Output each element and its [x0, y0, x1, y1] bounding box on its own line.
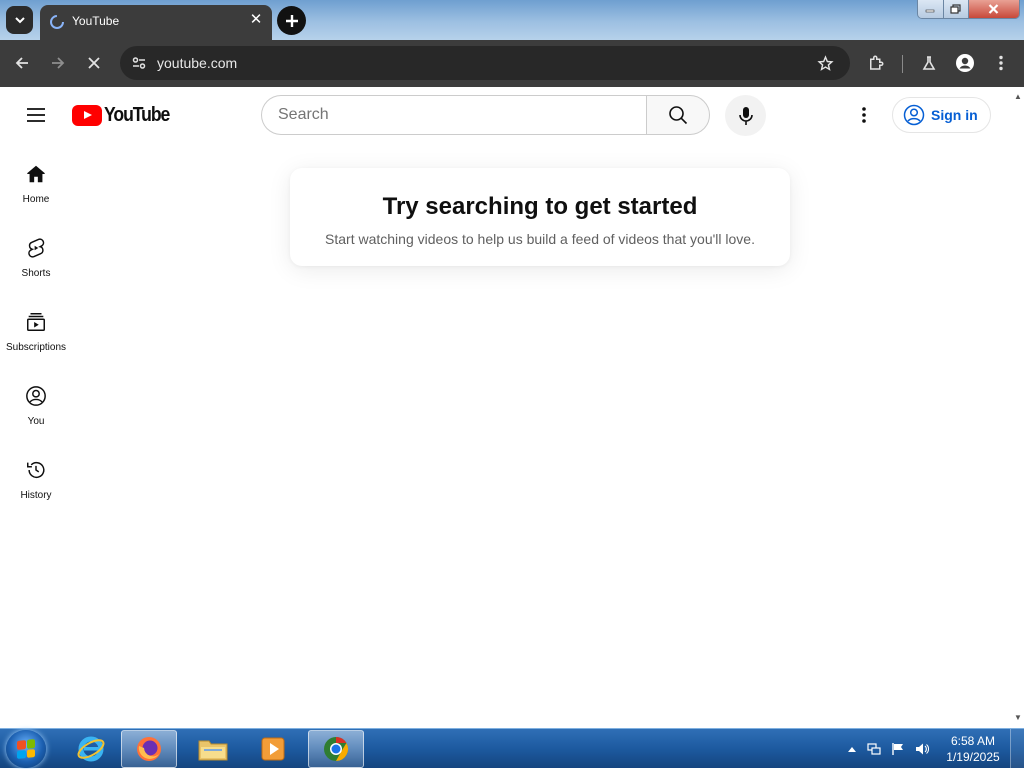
new-tab-button[interactable]	[277, 6, 306, 35]
taskbar-media-player[interactable]	[245, 730, 301, 768]
arrow-left-icon	[15, 57, 28, 69]
toolbar-separator	[902, 55, 903, 73]
guide-menu-button[interactable]	[24, 103, 48, 127]
tab-close-icon[interactable]: ✕	[248, 12, 264, 28]
search-input[interactable]	[278, 104, 628, 126]
empty-feed-message: Try searching to get started Start watch…	[290, 168, 790, 266]
window-controls	[917, 0, 1020, 19]
search-box	[261, 95, 647, 135]
guide-item-label: Shorts	[21, 268, 51, 279]
labs-button[interactable]	[918, 52, 940, 74]
message-subtitle: Start watching videos to help us build a…	[325, 231, 755, 247]
action-center-flag-icon[interactable]	[891, 742, 905, 756]
settings-menu-button[interactable]	[852, 103, 876, 127]
guide-item-shorts[interactable]: Shorts	[0, 217, 72, 291]
account-circle-icon	[903, 104, 925, 126]
tune-icon	[132, 57, 146, 69]
menu-icon	[27, 108, 45, 122]
plus-icon	[285, 14, 298, 27]
bookmark-button[interactable]	[814, 52, 836, 74]
taskbar-clock[interactable]: 6:58 AM 1/19/2025	[940, 733, 1006, 765]
scroll-up-icon[interactable]: ▲	[1014, 93, 1022, 101]
history-icon	[24, 458, 48, 482]
search-icon	[669, 106, 688, 125]
microphone-icon	[738, 106, 753, 125]
guide-item-subscriptions[interactable]: Subscriptions	[0, 291, 72, 365]
address-bar[interactable]: youtube.com	[120, 46, 850, 80]
browser-menu-button[interactable]	[990, 52, 1012, 74]
start-button[interactable]	[6, 730, 46, 768]
network-icon[interactable]	[867, 742, 881, 756]
url-text[interactable]: youtube.com	[157, 55, 237, 71]
media-player-icon	[261, 737, 285, 761]
guide-item-home[interactable]: Home	[0, 143, 72, 217]
you-icon	[24, 384, 48, 408]
more-vert-icon	[999, 55, 1003, 71]
voice-search-button[interactable]	[725, 95, 766, 136]
minimize-button[interactable]	[918, 0, 944, 18]
tab-title: YouTube	[72, 14, 120, 28]
maximize-button[interactable]	[943, 0, 969, 18]
browser-tab-youtube[interactable]: YouTube ✕	[40, 5, 272, 40]
shorts-icon	[24, 236, 48, 260]
show-hidden-icons-icon[interactable]	[845, 742, 859, 756]
tab-list-button[interactable]	[6, 6, 33, 34]
chevron-down-icon	[14, 17, 25, 24]
page-scrollbar[interactable]: ▲ ▼	[1012, 87, 1024, 728]
guide-item-label: You	[27, 416, 45, 427]
sign-in-label: Sign in	[931, 107, 978, 123]
taskbar-chrome[interactable]	[308, 730, 364, 768]
minimize-icon	[925, 9, 935, 13]
message-title: Try searching to get started	[382, 193, 698, 220]
firefox-icon	[137, 737, 161, 761]
forward-button[interactable]	[47, 52, 69, 74]
guide-item-label: History	[20, 490, 52, 501]
flask-icon	[922, 56, 936, 70]
taskbar-file-explorer[interactable]	[185, 730, 241, 768]
taskbar-internet-explorer[interactable]	[63, 730, 119, 768]
file-explorer-icon	[198, 740, 228, 761]
clock-date: 1/19/2025	[946, 750, 1000, 764]
volume-icon[interactable]	[915, 742, 929, 756]
logo-text: YouTube	[104, 103, 170, 126]
youtube-play-icon	[72, 104, 102, 126]
taskbar-firefox[interactable]	[121, 730, 177, 768]
scroll-down-icon[interactable]: ▼	[1014, 714, 1022, 722]
windows-taskbar: 6:58 AM 1/19/2025	[0, 728, 1024, 769]
sign-in-button[interactable]: Sign in	[892, 97, 991, 133]
guide-item-label: Home	[22, 194, 50, 205]
show-desktop-button[interactable]	[1010, 729, 1024, 769]
subscriptions-icon	[24, 310, 48, 334]
browser-toolbar: youtube.com	[0, 40, 1024, 87]
site-info-button[interactable]	[128, 52, 150, 74]
close-icon	[989, 4, 999, 14]
arrow-right-icon	[52, 57, 65, 69]
youtube-logo[interactable]: YouTube	[72, 104, 178, 126]
browser-titlebar: YouTube ✕	[0, 0, 1024, 40]
restore-icon	[950, 4, 961, 14]
stop-loading-button[interactable]	[83, 52, 105, 74]
internet-explorer-icon	[77, 736, 105, 762]
more-vert-icon	[862, 107, 866, 123]
star-icon	[816, 54, 834, 71]
guide-item-history[interactable]: History	[0, 439, 72, 513]
back-button[interactable]	[11, 52, 33, 74]
guide-item-label: Subscriptions	[5, 342, 67, 353]
chrome-icon	[324, 737, 349, 761]
guide-item-you[interactable]: You	[0, 365, 72, 439]
youtube-masthead: YouTube Sign in	[0, 87, 1012, 143]
puzzle-icon	[870, 55, 884, 70]
extensions-button[interactable]	[865, 52, 887, 74]
close-icon	[88, 57, 100, 69]
clock-time: 6:58 AM	[950, 734, 996, 748]
search-button[interactable]	[646, 95, 710, 135]
loading-spinner-icon	[50, 15, 64, 29]
home-icon	[24, 162, 48, 186]
windows-logo-icon	[17, 739, 35, 759]
account-circle-icon	[956, 54, 974, 72]
close-window-button[interactable]	[969, 0, 1019, 18]
profile-button[interactable]	[954, 52, 976, 74]
